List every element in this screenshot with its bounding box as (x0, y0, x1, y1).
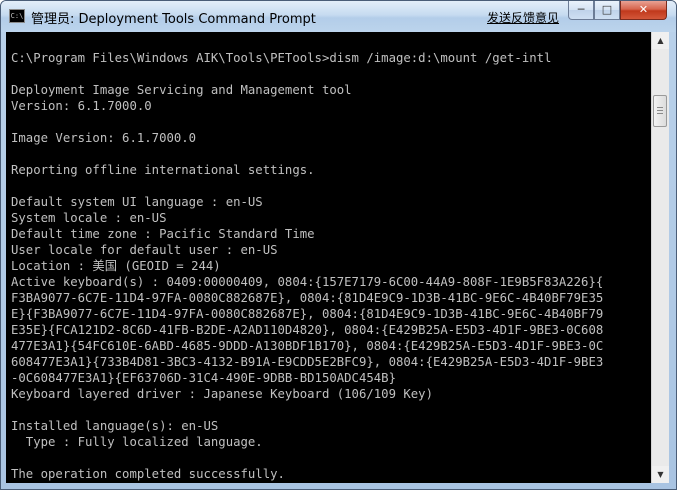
close-button[interactable]: ✕ (620, 1, 667, 20)
console-line: Installed language(s): en-US (11, 419, 219, 433)
console-line: The operation completed successfully. (11, 467, 285, 481)
send-feedback-link[interactable]: 发送反馈意见 (487, 9, 559, 26)
console-line: Reporting offline international settings… (11, 163, 315, 177)
console-line: -0C608477E3A1}{EF63706D-31C4-490E-9DBB-B… (11, 371, 396, 385)
console-line: Type : Fully localized language. (11, 435, 263, 449)
console-line: Version: 6.1.7000.0 (11, 99, 152, 113)
console-line: User locale for default user : en-US (11, 243, 278, 257)
console-line: Deployment Image Servicing and Managemen… (11, 83, 352, 97)
console-line: System locale : en-US (11, 211, 167, 225)
scroll-up-arrow-icon[interactable]: ▲ (652, 32, 669, 49)
console-line: 608477E3A1}{733B4D81-3BC3-4132-B91A-E9CD… (11, 355, 604, 369)
window-title: 管理员: Deployment Tools Command Prompt (31, 12, 316, 27)
vertical-scrollbar[interactable]: ▲ ▼ (651, 32, 669, 483)
console-line: Image Version: 6.1.7000.0 (11, 131, 197, 145)
maximize-button[interactable]: □ (594, 1, 620, 20)
command-prompt-icon[interactable]: C:\ (9, 9, 25, 23)
console-line: C:\Program Files\Windows AIK\Tools\PEToo… (11, 51, 552, 65)
console-line: 477E3A1}{54FC610E-6ABD-4685-9DDD-A130BDF… (11, 339, 604, 353)
console-line: Active keyboard(s) : 0409:00000409, 0804… (11, 275, 604, 289)
console-line: Default system UI language : en-US (11, 195, 263, 209)
scroll-down-arrow-icon[interactable]: ▼ (652, 466, 669, 483)
title-bar[interactable]: C:\ 管理员: Deployment Tools Command Prompt… (1, 1, 676, 32)
console-line: Default time zone : Pacific Standard Tim… (11, 227, 315, 241)
minimize-button[interactable]: ─ (568, 1, 594, 20)
command-prompt-window: C:\ 管理员: Deployment Tools Command Prompt… (0, 0, 677, 490)
console-line: E35E}{FCA121D2-8C6D-41FB-B2DE-A2AD110D48… (11, 323, 604, 337)
caption-buttons: ─ □ ✕ (568, 1, 670, 21)
console-line: E}{F3BA9077-6C7E-11D4-97FA-0080C882687E}… (11, 307, 604, 321)
console-line: Location : 美国 (GEOID = 244) (11, 259, 221, 273)
console-line: Keyboard layered driver : Japanese Keybo… (11, 387, 433, 401)
scrollbar-thumb[interactable] (653, 95, 667, 127)
console-output[interactable]: C:\Program Files\Windows AIK\Tools\PEToo… (6, 32, 651, 483)
console-line: F3BA9077-6C7E-11D4-97FA-0080C882687E}, 0… (11, 291, 604, 305)
